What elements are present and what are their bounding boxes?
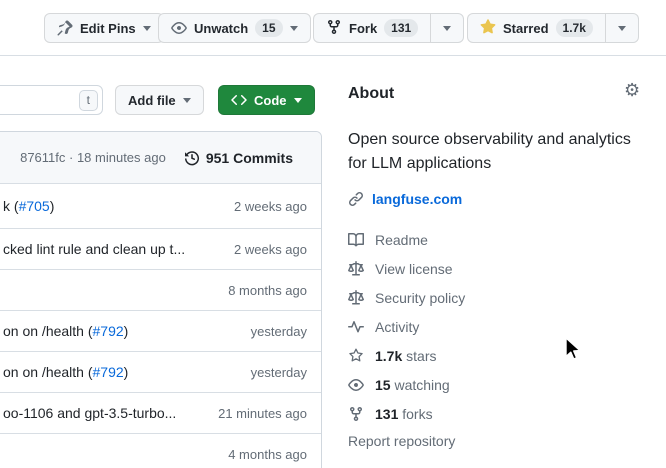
commit-message: on on /health (#792)	[3, 364, 128, 380]
code-label: Code	[254, 93, 287, 108]
commit-message: oo-1106 and gpt-3.5-turbo...	[3, 405, 176, 421]
fork-label: Fork	[349, 21, 377, 36]
file-rows: k (#705) 2 weeks ago cked lint rule and …	[0, 184, 321, 468]
table-row[interactable]: oo-1106 and gpt-3.5-turbo... 21 minutes …	[0, 392, 321, 433]
fork-icon	[326, 19, 342, 38]
add-file-button[interactable]: Add file	[115, 85, 204, 115]
commit-age: 21 minutes ago	[210, 406, 307, 421]
stars-count-badge: 1.7k	[556, 19, 593, 37]
star-o-icon	[348, 348, 364, 364]
table-row[interactable]: k (#705) 2 weeks ago	[0, 184, 321, 228]
issue-ref-link[interactable]: #792	[93, 323, 124, 339]
pulse-icon	[348, 319, 364, 335]
report-repository-link[interactable]: Report repository	[348, 433, 455, 449]
unwatch-button[interactable]: Unwatch 15	[158, 13, 311, 43]
website-link[interactable]: langfuse.com	[372, 191, 462, 207]
about-sidebar: About ⚙ Open source observability and an…	[348, 75, 648, 468]
keyboard-shortcut-hint: t	[79, 90, 98, 111]
forks-count-badge: 131	[384, 19, 418, 37]
issue-ref-link[interactable]: #705	[19, 198, 50, 214]
commit-message: on on /health (#792)	[3, 323, 128, 339]
latest-commit-hash-time[interactable]: 87611fc · 18 minutes ago	[20, 150, 166, 165]
gear-icon[interactable]: ⚙	[624, 81, 640, 99]
fork-dropdown-button[interactable]	[431, 13, 464, 43]
commit-age: yesterday	[243, 324, 307, 339]
eye-icon	[171, 20, 187, 36]
repo-action-bar: Edit Pins Unwatch 15 Fork 131 Starred 1.…	[0, 0, 666, 56]
chevron-down-icon	[618, 26, 626, 31]
book-icon	[348, 232, 364, 248]
edit-pins-button[interactable]: Edit Pins	[44, 13, 164, 43]
go-to-file-input[interactable]: t	[0, 85, 103, 115]
commit-age: 8 months ago	[220, 283, 307, 298]
repo-description: Open source observability and analytics …	[348, 128, 631, 176]
sidebar-link-activity[interactable]: Activity	[348, 317, 465, 337]
chevron-down-icon	[290, 26, 298, 31]
watchers-count-badge: 15	[255, 19, 282, 37]
code-icon	[231, 92, 247, 108]
file-browser-table: 87611fc · 18 minutes ago 951 Commits k (…	[0, 131, 322, 468]
commit-age: 2 weeks ago	[226, 199, 307, 214]
chevron-down-icon	[143, 26, 151, 31]
about-links-list: Readme View license Security policy Acti…	[348, 230, 465, 433]
commit-message: k (#705)	[3, 198, 54, 214]
commit-age: 4 months ago	[220, 447, 307, 462]
repo-description-line2: for LLM applications	[348, 152, 631, 176]
sidebar-link-readme[interactable]: Readme	[348, 230, 465, 250]
chevron-down-icon	[443, 26, 451, 31]
fork-button[interactable]: Fork 131	[313, 13, 431, 43]
about-title: About	[348, 85, 394, 103]
latest-commit-bar: 87611fc · 18 minutes ago 951 Commits	[0, 132, 321, 184]
pin-icon	[57, 20, 73, 36]
sidebar-link-forks[interactable]: 131 forks	[348, 404, 465, 424]
star-dropdown-button[interactable]	[606, 13, 639, 43]
code-button[interactable]: Code	[218, 85, 315, 115]
add-file-label: Add file	[128, 93, 176, 108]
history-icon	[184, 150, 200, 166]
table-row[interactable]: on on /health (#792) yesterday	[0, 351, 321, 392]
github-repo-page: Edit Pins Unwatch 15 Fork 131 Starred 1.…	[0, 0, 666, 468]
fork-icon	[348, 406, 364, 422]
fork-button-group: Fork 131	[313, 13, 464, 43]
sidebar-link-stars[interactable]: 1.7k stars	[348, 346, 465, 366]
sidebar-link-view-license[interactable]: View license	[348, 259, 465, 279]
sidebar-link-watching[interactable]: 15 watching	[348, 375, 465, 395]
website-row: langfuse.com	[348, 191, 462, 207]
star-filled-icon	[480, 19, 496, 38]
table-row[interactable]: cked lint rule and clean up t... 2 weeks…	[0, 228, 321, 269]
starred-button[interactable]: Starred 1.7k	[467, 13, 606, 43]
star-button-group: Starred 1.7k	[467, 13, 639, 43]
table-row[interactable]: 4 months ago	[0, 433, 321, 468]
commit-message: cked lint rule and clean up t...	[3, 241, 185, 257]
commits-count-label: 951 Commits	[206, 150, 293, 166]
link-icon	[348, 191, 364, 207]
commit-history-link[interactable]: 951 Commits	[184, 150, 293, 166]
eye-icon	[348, 377, 364, 393]
chevron-down-icon	[294, 98, 302, 103]
commit-age: 2 weeks ago	[226, 242, 307, 257]
sidebar-link-security-policy[interactable]: Security policy	[348, 288, 465, 308]
law-icon	[348, 261, 364, 277]
edit-pins-label: Edit Pins	[80, 21, 136, 36]
chevron-down-icon	[183, 98, 191, 103]
commit-age: yesterday	[243, 365, 307, 380]
unwatch-label: Unwatch	[194, 21, 248, 36]
law-icon	[348, 290, 364, 306]
repo-description-line1: Open source observability and analytics	[348, 128, 631, 152]
table-row[interactable]: on on /health (#792) yesterday	[0, 310, 321, 351]
issue-ref-link[interactable]: #792	[93, 364, 124, 380]
starred-label: Starred	[503, 21, 549, 36]
table-row[interactable]: 8 months ago	[0, 269, 321, 310]
